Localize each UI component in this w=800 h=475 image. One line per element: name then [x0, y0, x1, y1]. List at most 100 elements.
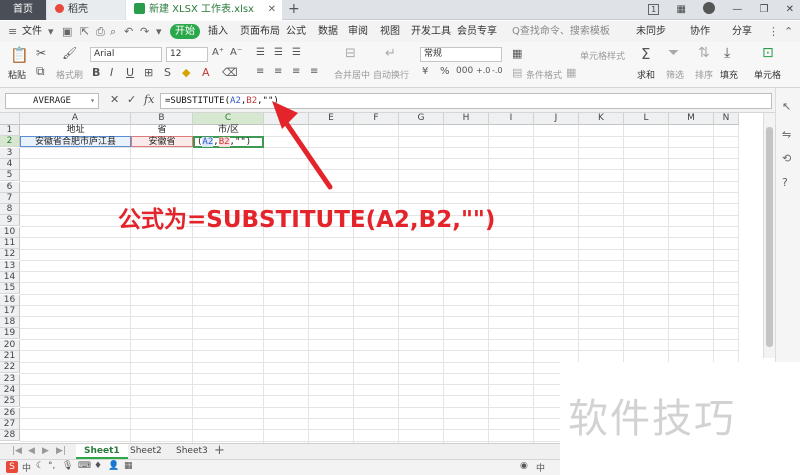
table-format-icon[interactable]: ▦	[512, 47, 522, 60]
export-icon[interactable]: ⇱	[80, 21, 89, 42]
border-icon[interactable]: ⊞	[144, 66, 153, 79]
clear-format-icon[interactable]: ⌫	[222, 66, 238, 79]
style-panel-icon[interactable]: ⟲	[782, 152, 791, 165]
column-header-l[interactable]: L	[624, 113, 669, 125]
chevron-down-icon[interactable]: ▾	[90, 94, 95, 108]
cell-a2[interactable]: 安徽省合肥市庐江县	[20, 136, 131, 147]
copy-icon[interactable]: ⧉	[36, 64, 45, 79]
menu-member[interactable]: 会员专享	[457, 21, 497, 42]
moon-icon[interactable]: ☾	[36, 461, 44, 471]
name-box[interactable]: AVERAGE ▾	[5, 93, 99, 109]
more-icon[interactable]: ▾	[156, 21, 162, 42]
thousands-icon[interactable]: 000	[456, 66, 473, 76]
menu-review[interactable]: 审阅	[348, 21, 368, 42]
cond-format-icon[interactable]: ▤	[512, 66, 522, 79]
confirm-icon[interactable]: ✓	[127, 93, 136, 106]
status-ime-chinese[interactable]: 中	[536, 461, 545, 474]
undo-icon[interactable]: ↶	[124, 21, 133, 42]
close-tab-icon[interactable]: ✕	[268, 0, 276, 20]
column-header-g[interactable]: G	[399, 113, 444, 125]
menu-formulas[interactable]: 公式	[286, 21, 306, 42]
row-header-26[interactable]: 26	[0, 407, 20, 419]
share-button[interactable]: 分享	[732, 21, 752, 42]
sync-status[interactable]: 未同步	[636, 21, 666, 42]
currency-icon[interactable]: ¥	[422, 66, 428, 77]
menu-view[interactable]: 视图	[380, 21, 400, 42]
column-header-f[interactable]: F	[354, 113, 399, 125]
row-header-28[interactable]: 28	[0, 430, 20, 442]
cancel-icon[interactable]: ✕	[110, 93, 119, 106]
italic-icon[interactable]: I	[110, 66, 113, 79]
justify-icon[interactable]: ≡	[310, 66, 318, 77]
tab-document[interactable]: 新建 XLSX 工作表.xlsx ✕	[126, 0, 282, 20]
number-format-select[interactable]: 常规	[420, 47, 502, 62]
paste-icon[interactable]: 📋	[10, 46, 29, 64]
align-middle-icon[interactable]: ☰	[274, 47, 283, 58]
scroll-thumb[interactable]	[766, 127, 773, 347]
cut-icon[interactable]: ✂	[36, 46, 46, 60]
chevron-down-icon[interactable]: ▾	[48, 21, 54, 42]
align-center-icon[interactable]: ≡	[274, 66, 282, 77]
row-header-25[interactable]: 25	[0, 396, 20, 408]
menu-file[interactable]: 文件	[22, 21, 42, 42]
tab-docer[interactable]: 稻壳	[47, 0, 125, 20]
font-size-select[interactable]: 12	[166, 47, 208, 62]
user-icon[interactable]: 👤	[108, 461, 119, 471]
row-header-15[interactable]: 15	[0, 283, 20, 295]
cell-b2[interactable]: 安徽省	[131, 136, 193, 147]
collapse-ribbon-icon[interactable]: ⌃	[784, 21, 793, 42]
sort-button[interactable]: 排序	[695, 68, 713, 81]
restore-icon[interactable]: ❐	[759, 4, 768, 15]
cell-style-button[interactable]: 单元格样式	[580, 49, 625, 62]
print-icon[interactable]: ⎙	[96, 21, 105, 42]
decrease-decimal-icon[interactable]: -.0	[492, 66, 503, 75]
save-icon[interactable]: ▣	[62, 21, 72, 42]
merge-center-icon[interactable]: ⊟	[345, 46, 356, 61]
sheet-tab-3[interactable]: Sheet3	[168, 444, 216, 459]
more-options-icon[interactable]: ⋮	[768, 21, 779, 42]
row-header-1[interactable]: 1	[0, 125, 20, 136]
menu-developer[interactable]: 开发工具	[411, 21, 451, 42]
fill-icon[interactable]: ⤓	[724, 45, 730, 61]
shrink-font-icon[interactable]: A⁻	[230, 47, 242, 58]
sum-icon[interactable]: Σ	[641, 45, 650, 63]
cond-format-button[interactable]: 条件格式	[526, 68, 562, 81]
menu-data[interactable]: 数据	[318, 21, 338, 42]
filter-button[interactable]: 筛选	[666, 68, 684, 81]
row-header-20[interactable]: 20	[0, 339, 20, 351]
menu-insert[interactable]: 插入	[208, 21, 228, 42]
column-header-k[interactable]: K	[579, 113, 624, 125]
menu-start[interactable]: 开始	[170, 24, 200, 39]
collaborate-button[interactable]: 协作	[690, 21, 710, 42]
insert-function-button[interactable]: fx	[144, 93, 154, 106]
new-tab-button[interactable]: +	[288, 0, 300, 19]
row-header-2[interactable]: 2	[0, 136, 20, 148]
font-color-icon[interactable]: A	[202, 66, 210, 79]
sheet-tab-2[interactable]: Sheet2	[122, 444, 170, 459]
redo-icon[interactable]: ↷	[140, 21, 149, 42]
bold-icon[interactable]: B	[92, 66, 100, 79]
increase-decimal-icon[interactable]: +.0	[476, 66, 490, 75]
cell-a1[interactable]: 地址	[20, 125, 131, 136]
merge-center-button[interactable]: 合并居中	[334, 68, 370, 81]
command-search[interactable]: Q查找命令、搜索模板	[512, 21, 610, 42]
format-painter-button[interactable]: 格式刷	[56, 68, 83, 81]
percent-icon[interactable]: %	[440, 66, 450, 77]
row-header-6[interactable]: 6	[0, 181, 20, 193]
row-header-11[interactable]: 11	[0, 238, 20, 249]
row-header-23[interactable]: 23	[0, 373, 20, 385]
grid-apps-icon[interactable]: ▦	[124, 461, 133, 471]
table-style-icon[interactable]: ▦	[566, 66, 576, 79]
help-icon[interactable]: ?	[782, 176, 788, 189]
punctuation-icon[interactable]: °,	[48, 461, 55, 471]
column-header-i[interactable]: I	[489, 113, 534, 125]
row-header-7[interactable]: 7	[0, 192, 20, 204]
eye-icon[interactable]: ◉	[520, 461, 528, 471]
sum-button[interactable]: 求和	[637, 68, 655, 81]
column-header-h[interactable]: H	[444, 113, 489, 125]
minimize-icon[interactable]: —	[732, 4, 742, 15]
menu-page-layout[interactable]: 页面布局	[240, 21, 280, 42]
hamburger-icon[interactable]: ≡	[8, 21, 17, 42]
align-top-icon[interactable]: ☰	[256, 47, 265, 58]
keyboard-icon[interactable]: ⌨	[78, 461, 91, 471]
